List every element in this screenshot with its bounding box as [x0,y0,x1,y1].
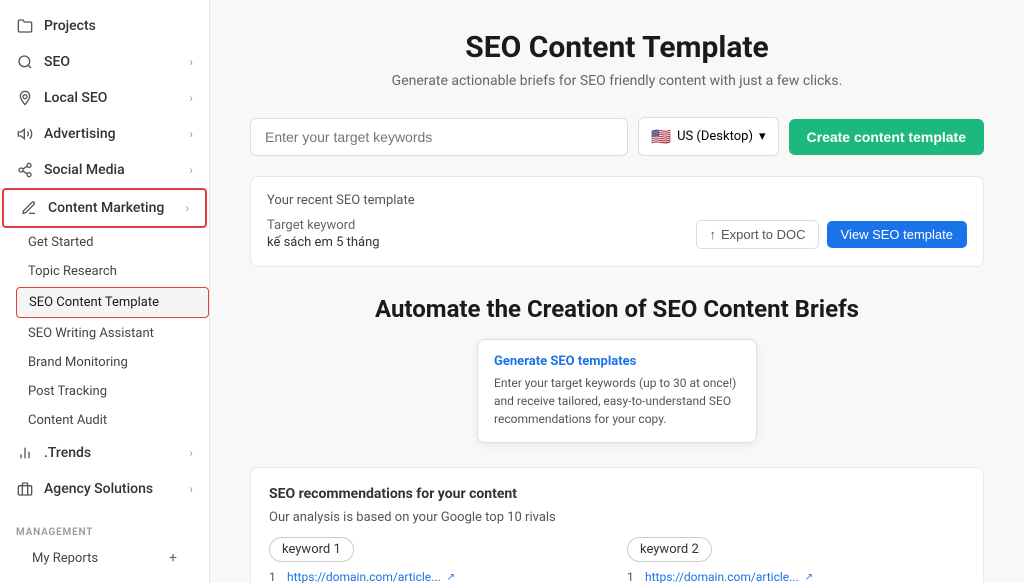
target-keyword-info: Target keyword kế sách em 5 tháng [267,218,380,250]
keyword-tag-1: keyword 1 [269,537,354,562]
recommendations-title: SEO recommendations for your content [269,486,965,502]
sidebar-item-label: Content Marketing [48,200,175,216]
chevron-icon: › [189,55,193,69]
chevron-down-icon: ▾ [759,129,766,144]
domain-link-1[interactable]: https://domain.com/article... [287,570,441,583]
submenu-item-content-audit[interactable]: Content Audit [16,406,209,435]
search-row: 🇺🇸 US (Desktop) ▾ Create content templat… [250,117,984,156]
target-keyword-value: kế sách em 5 tháng [267,235,380,250]
location-icon [16,89,34,107]
keyword-col-2: keyword 2 1 https://domain.com/article..… [627,537,965,583]
submenu-item-brand-monitoring[interactable]: Brand Monitoring [16,348,209,377]
sidebar-item-label: .Trends [44,445,179,461]
sidebar-item-local-seo[interactable]: Local SEO › [0,80,209,116]
sidebar-item-trends[interactable]: .Trends › [0,435,209,471]
chevron-icon: › [189,482,193,496]
trends-icon [16,444,34,462]
sidebar-item-agency-solutions[interactable]: Agency Solutions › [0,471,209,507]
submenu-item-seo-writing-assistant[interactable]: SEO Writing Assistant [16,319,209,348]
export-doc-button[interactable]: ↑ Export to DOC [696,220,818,249]
sidebar-item-label: Social Media [44,162,179,178]
sidebar-item-projects[interactable]: Projects [0,8,209,44]
plus-icon: + [169,550,177,566]
external-link-icon: ↗ [447,572,455,583]
sidebar-item-social-media[interactable]: Social Media › [0,152,209,188]
view-seo-template-button[interactable]: View SEO template [827,221,967,248]
advertising-icon [16,125,34,143]
keyword-input[interactable] [250,118,628,156]
keywords-row: keyword 1 1 https://domain.com/article..… [269,537,965,583]
chevron-icon: › [185,201,189,215]
recent-section: Your recent SEO template Target keyword … [250,176,984,267]
sidebar-item-content-marketing[interactable]: Content Marketing › [2,188,207,228]
submenu-item-seo-content-template[interactable]: SEO Content Template [16,287,209,318]
target-keyword-label: Target keyword [267,218,380,233]
domain-item: 1 https://domain.com/article... ↗ [269,570,607,583]
sidebar-item-label: Projects [44,18,193,34]
sidebar-item-advertising[interactable]: Advertising › [0,116,209,152]
social-icon [16,161,34,179]
chevron-icon: › [189,91,193,105]
page-title: SEO Content Template [250,30,984,65]
rivals-label: Our analysis is based on your Google top… [269,510,965,525]
sidebar-item-label: SEO [44,54,179,70]
sidebar-item-lead-generation[interactable]: Lead Generation Tool [16,574,193,583]
submenu-item-topic-research[interactable]: Topic Research [16,257,209,286]
folder-icon [16,17,34,35]
sidebar: Projects SEO › Local SEO › Advertising › [0,0,210,583]
tooltip-box: Generate SEO templates Enter your target… [477,339,757,443]
search-icon [16,53,34,71]
chevron-icon: › [189,446,193,460]
recommendations-card: SEO recommendations for your content Our… [250,467,984,583]
automate-section: Automate the Creation of SEO Content Bri… [250,295,984,443]
automate-title: Automate the Creation of SEO Content Bri… [250,295,984,323]
flag-icon: 🇺🇸 [651,127,671,146]
chevron-icon: › [189,127,193,141]
sidebar-item-my-reports[interactable]: My Reports + [16,542,193,574]
content-marketing-submenu: Get Started Topic Research SEO Content T… [0,228,209,435]
chevron-icon: › [189,163,193,177]
management-label: MANAGEMENT [16,527,193,538]
briefcase-icon [16,480,34,498]
country-select[interactable]: 🇺🇸 US (Desktop) ▾ [638,117,778,156]
submenu-item-post-tracking[interactable]: Post Tracking [16,377,209,406]
create-template-button[interactable]: Create content template [789,119,984,155]
keyword-col-1: keyword 1 1 https://domain.com/article..… [269,537,607,583]
management-section: MANAGEMENT My Reports + Lead Generation … [0,515,209,583]
sidebar-item-label: Advertising [44,126,179,142]
main-content: SEO Content Template Generate actionable… [210,0,1024,583]
recent-label: Your recent SEO template [267,193,967,208]
recent-actions: ↑ Export to DOC View SEO template [696,220,967,249]
tooltip-text: Enter your target keywords (up to 30 at … [494,374,740,428]
country-label: US (Desktop) [677,129,753,144]
domain-link-3[interactable]: https://domain.com/article... [645,570,799,583]
domain-item-3: 1 https://domain.com/article... ↗ [627,570,965,583]
submenu-item-get-started[interactable]: Get Started [16,228,209,257]
page-header: SEO Content Template Generate actionable… [250,30,984,89]
tooltip-title: Generate SEO templates [494,354,740,369]
page-subtitle: Generate actionable briefs for SEO frien… [250,73,984,89]
sidebar-item-label: Local SEO [44,90,179,106]
content-marketing-icon [20,199,38,217]
external-link-icon-3: ↗ [805,572,813,583]
keyword-tag-2: keyword 2 [627,537,712,562]
export-icon: ↑ [709,227,716,242]
sidebar-item-label: Agency Solutions [44,481,179,497]
sidebar-item-seo[interactable]: SEO › [0,44,209,80]
